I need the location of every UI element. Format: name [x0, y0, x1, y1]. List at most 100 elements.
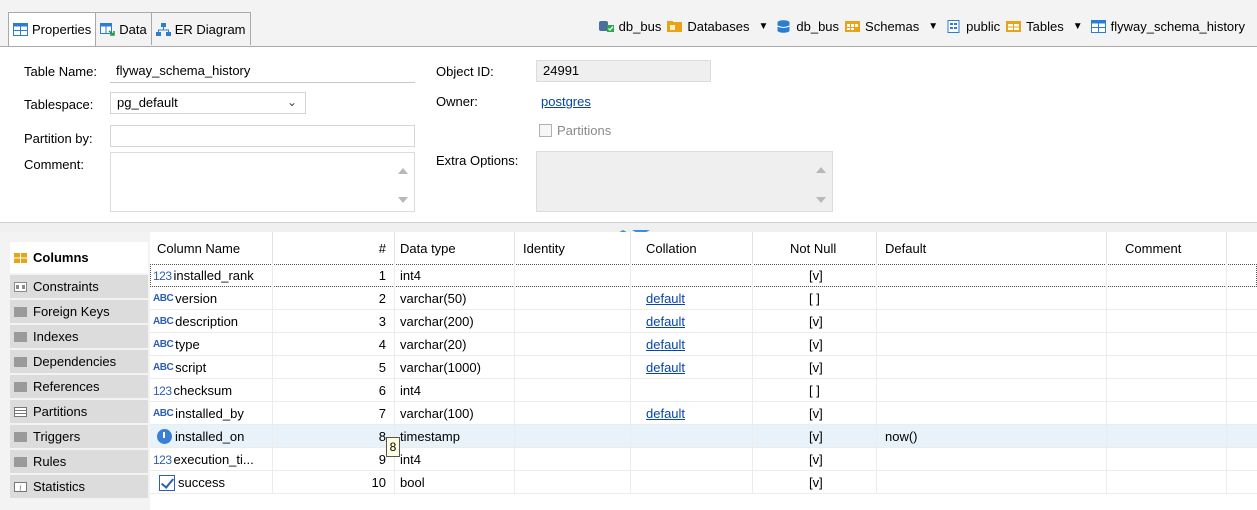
column-header-name[interactable]: Column Name: [150, 232, 273, 264]
sidetab-dependencies[interactable]: Dependencies: [10, 350, 148, 374]
sidetab-constraints[interactable]: Constraints: [10, 275, 148, 299]
sidetab-foreign-keys[interactable]: Foreign Keys: [10, 300, 148, 324]
cell-not-null[interactable]: [v]: [753, 356, 877, 379]
column-header-data-type[interactable]: Data type: [395, 232, 515, 264]
cell-num[interactable]: 8: [273, 425, 395, 448]
cell-collation[interactable]: default: [631, 356, 753, 379]
cell-comment[interactable]: [1107, 356, 1227, 379]
cell-comment[interactable]: [1107, 425, 1227, 448]
sidetab-partitions[interactable]: Partitions: [10, 400, 148, 424]
breadcrumb-schemas[interactable]: Schemas ▼: [845, 19, 940, 34]
tab-er-diagram[interactable]: ER Diagram: [150, 12, 251, 45]
cell-collation[interactable]: default: [631, 310, 753, 333]
cell-comment[interactable]: [1107, 448, 1227, 471]
table-name-input[interactable]: flyway_schema_history: [110, 61, 415, 83]
column-header-not-null[interactable]: Not Null: [753, 232, 877, 264]
breadcrumb-table[interactable]: flyway_schema_history: [1090, 19, 1245, 34]
tab-properties[interactable]: Properties: [8, 12, 97, 46]
cell-identity[interactable]: [515, 379, 631, 402]
breadcrumb-connection[interactable]: db_bus: [598, 19, 661, 34]
cell-identity[interactable]: [515, 287, 631, 310]
scroll-up-icon[interactable]: [398, 168, 408, 174]
column-header-collation[interactable]: Collation: [631, 232, 753, 264]
table-row[interactable]: success 10 bool [v]: [150, 471, 1257, 494]
cell-data-type[interactable]: varchar(50): [395, 287, 515, 310]
cell-default[interactable]: [877, 402, 1107, 425]
cell-data-type[interactable]: int4: [395, 264, 515, 287]
cell-identity[interactable]: [515, 356, 631, 379]
table-row[interactable]: ABC script 5 varchar(1000) default [v]: [150, 356, 1257, 379]
cell-not-null[interactable]: [v]: [753, 448, 877, 471]
cell-default[interactable]: now(): [877, 425, 1107, 448]
scroll-down-icon[interactable]: [398, 197, 408, 203]
cell-data-type[interactable]: varchar(1000): [395, 356, 515, 379]
cell-comment[interactable]: [1107, 379, 1227, 402]
collation-link[interactable]: default: [646, 314, 685, 329]
cell-num[interactable]: 6: [273, 379, 395, 402]
cell-name[interactable]: 123 installed_rank: [150, 264, 273, 287]
column-header-identity[interactable]: Identity: [515, 232, 631, 264]
cell-not-null[interactable]: [v]: [753, 425, 877, 448]
sidetab-statistics[interactable]: i Statistics: [10, 475, 148, 499]
cell-data-type[interactable]: timestamp: [395, 425, 515, 448]
cell-data-type[interactable]: varchar(200): [395, 310, 515, 333]
sidetab-triggers[interactable]: Triggers: [10, 425, 148, 449]
cell-comment[interactable]: [1107, 333, 1227, 356]
cell-comment[interactable]: [1107, 287, 1227, 310]
sidetab-columns[interactable]: Columns: [10, 242, 148, 274]
column-header-default[interactable]: Default: [877, 232, 1107, 264]
breadcrumb-database[interactable]: db_bus: [776, 19, 839, 34]
cell-identity[interactable]: [515, 310, 631, 333]
cell-name[interactable]: installed_on: [150, 425, 273, 448]
cell-identity[interactable]: [515, 448, 631, 471]
sidetab-rules[interactable]: Rules: [10, 450, 148, 474]
cell-collation[interactable]: [631, 425, 753, 448]
cell-not-null[interactable]: [v]: [753, 264, 877, 287]
comment-textarea[interactable]: [110, 152, 415, 212]
cell-not-null[interactable]: [v]: [753, 402, 877, 425]
cell-name[interactable]: 123 checksum: [150, 379, 273, 402]
table-row[interactable]: ABC type 4 varchar(20) default [v]: [150, 333, 1257, 356]
tab-data[interactable]: Data: [95, 12, 152, 45]
cell-identity[interactable]: [515, 425, 631, 448]
cell-collation[interactable]: [631, 471, 753, 494]
table-row[interactable]: 123 execution_ti... 9 int4 [v]: [150, 448, 1257, 471]
cell-not-null[interactable]: [v]: [753, 310, 877, 333]
cell-default[interactable]: [877, 333, 1107, 356]
partitions-checkbox[interactable]: [539, 124, 552, 137]
breadcrumb-databases[interactable]: Databases ▼: [667, 19, 770, 34]
collation-link[interactable]: default: [646, 291, 685, 306]
sidetab-indexes[interactable]: Indexes: [10, 325, 148, 349]
cell-num[interactable]: 9: [273, 448, 395, 471]
cell-num[interactable]: 10: [273, 471, 395, 494]
cell-not-null[interactable]: [v]: [753, 333, 877, 356]
cell-collation[interactable]: [631, 448, 753, 471]
table-row[interactable]: 123 installed_rank 1 int4 [v]: [150, 264, 1257, 287]
table-row[interactable]: ABC version 2 varchar(50) default[ ]: [150, 287, 1257, 310]
cell-num[interactable]: 5: [273, 356, 395, 379]
cell-comment[interactable]: [1107, 310, 1227, 333]
collation-link[interactable]: default: [646, 337, 685, 352]
cell-name[interactable]: 123 execution_ti...: [150, 448, 273, 471]
cell-data-type[interactable]: int4: [395, 379, 515, 402]
owner-link[interactable]: postgres: [541, 94, 591, 109]
cell-not-null[interactable]: [ ]: [753, 287, 877, 310]
cell-data-type[interactable]: bool: [395, 471, 515, 494]
cell-identity[interactable]: [515, 333, 631, 356]
collation-link[interactable]: default: [646, 406, 685, 421]
tablespace-select[interactable]: pg_default ⌄: [110, 92, 306, 114]
cell-comment[interactable]: [1107, 471, 1227, 494]
cell-data-type[interactable]: int4: [395, 448, 515, 471]
cell-data-type[interactable]: varchar(20): [395, 333, 515, 356]
cell-num[interactable]: 3: [273, 310, 395, 333]
cell-data-type[interactable]: varchar(100): [395, 402, 515, 425]
cell-name[interactable]: success: [150, 471, 273, 494]
cell-default[interactable]: [877, 310, 1107, 333]
cell-comment[interactable]: [1107, 402, 1227, 425]
table-row[interactable]: installed_on 8 timestamp [v] now(): [150, 425, 1257, 448]
column-header-number[interactable]: #: [273, 232, 395, 264]
cell-default[interactable]: [877, 287, 1107, 310]
cell-name[interactable]: ABC script: [150, 356, 273, 379]
cell-collation[interactable]: [631, 379, 753, 402]
cell-num[interactable]: 4: [273, 333, 395, 356]
